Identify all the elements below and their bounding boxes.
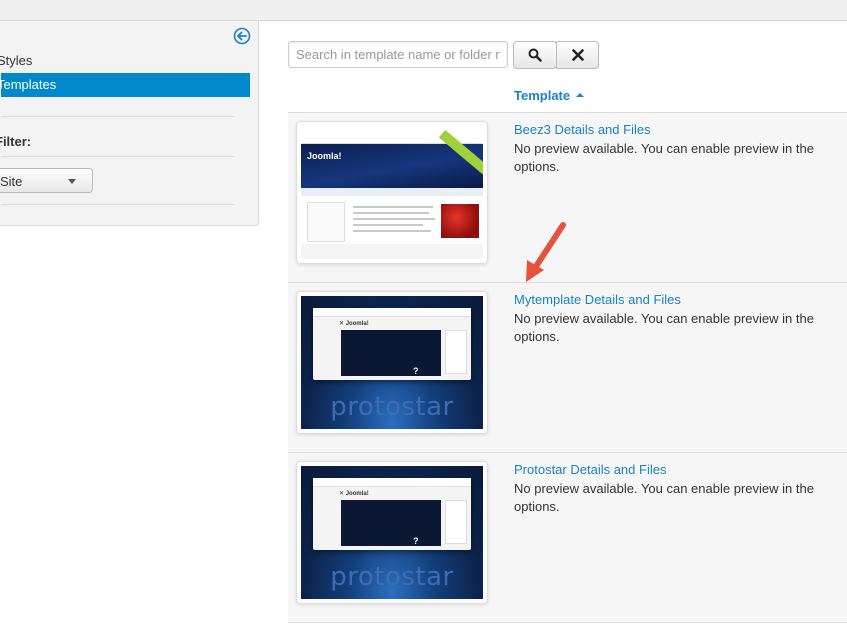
sidebar-item-templates[interactable]: Templates (0, 73, 250, 97)
template-description: No preview available. You can enable pre… (514, 141, 814, 174)
template-description: No preview available. You can enable pre… (514, 311, 814, 344)
arrow-left-circle-icon[interactable] (233, 27, 251, 45)
annotation-arrow-icon (526, 222, 566, 282)
search-input[interactable] (288, 41, 508, 68)
beez3-preview-image: Joomla! (301, 126, 483, 259)
divider (1, 116, 234, 117)
sidebar-item-label: Styles (0, 53, 33, 68)
column-header-template[interactable]: Template (514, 88, 585, 103)
sidebar-item-styles[interactable]: Styles (0, 49, 250, 73)
template-thumbnail[interactable]: ✕ Joomla! ? protostar (296, 461, 488, 604)
protostar-preview-image: ✕ Joomla! ? protostar (301, 466, 483, 599)
sort-asc-icon (576, 93, 585, 97)
template-details-link[interactable]: Protostar Details and Files (514, 462, 666, 477)
preview-wordmark: protostar (330, 392, 454, 422)
template-details-link[interactable]: Mytemplate Details and Files (514, 292, 681, 307)
top-bar (0, 0, 847, 21)
search-button[interactable] (513, 41, 557, 69)
sidebar-item-label: Templates (0, 77, 57, 92)
clear-button[interactable] (556, 41, 599, 69)
divider (1, 204, 234, 205)
template-details-link[interactable]: Beez3 Details and Files (514, 122, 651, 137)
close-icon (571, 49, 584, 61)
sidebar: Styles Templates Filter: Site (0, 21, 259, 226)
client-select[interactable]: Site (0, 168, 93, 193)
caret-down-icon (68, 179, 76, 184)
table-row: ✕ Joomla! ? protostar Mytemplate Details… (288, 282, 847, 452)
divider (1, 156, 234, 157)
template-description: No preview available. You can enable pre… (514, 481, 814, 514)
preview-wordmark: protostar (330, 562, 454, 592)
column-header-label: Template (514, 88, 571, 103)
protostar-preview-image: ✕ Joomla! ? protostar (301, 296, 483, 429)
template-thumbnail[interactable]: ✕ Joomla! ? protostar (296, 291, 488, 434)
client-select-value: Site (0, 174, 23, 189)
filter-label: Filter: (0, 134, 32, 149)
search-icon (528, 48, 542, 62)
preview-title: Joomla! (307, 151, 342, 161)
table-row: ✕ Joomla! ? protostar Protostar Details … (288, 452, 847, 623)
template-thumbnail[interactable]: Joomla! (296, 121, 488, 264)
